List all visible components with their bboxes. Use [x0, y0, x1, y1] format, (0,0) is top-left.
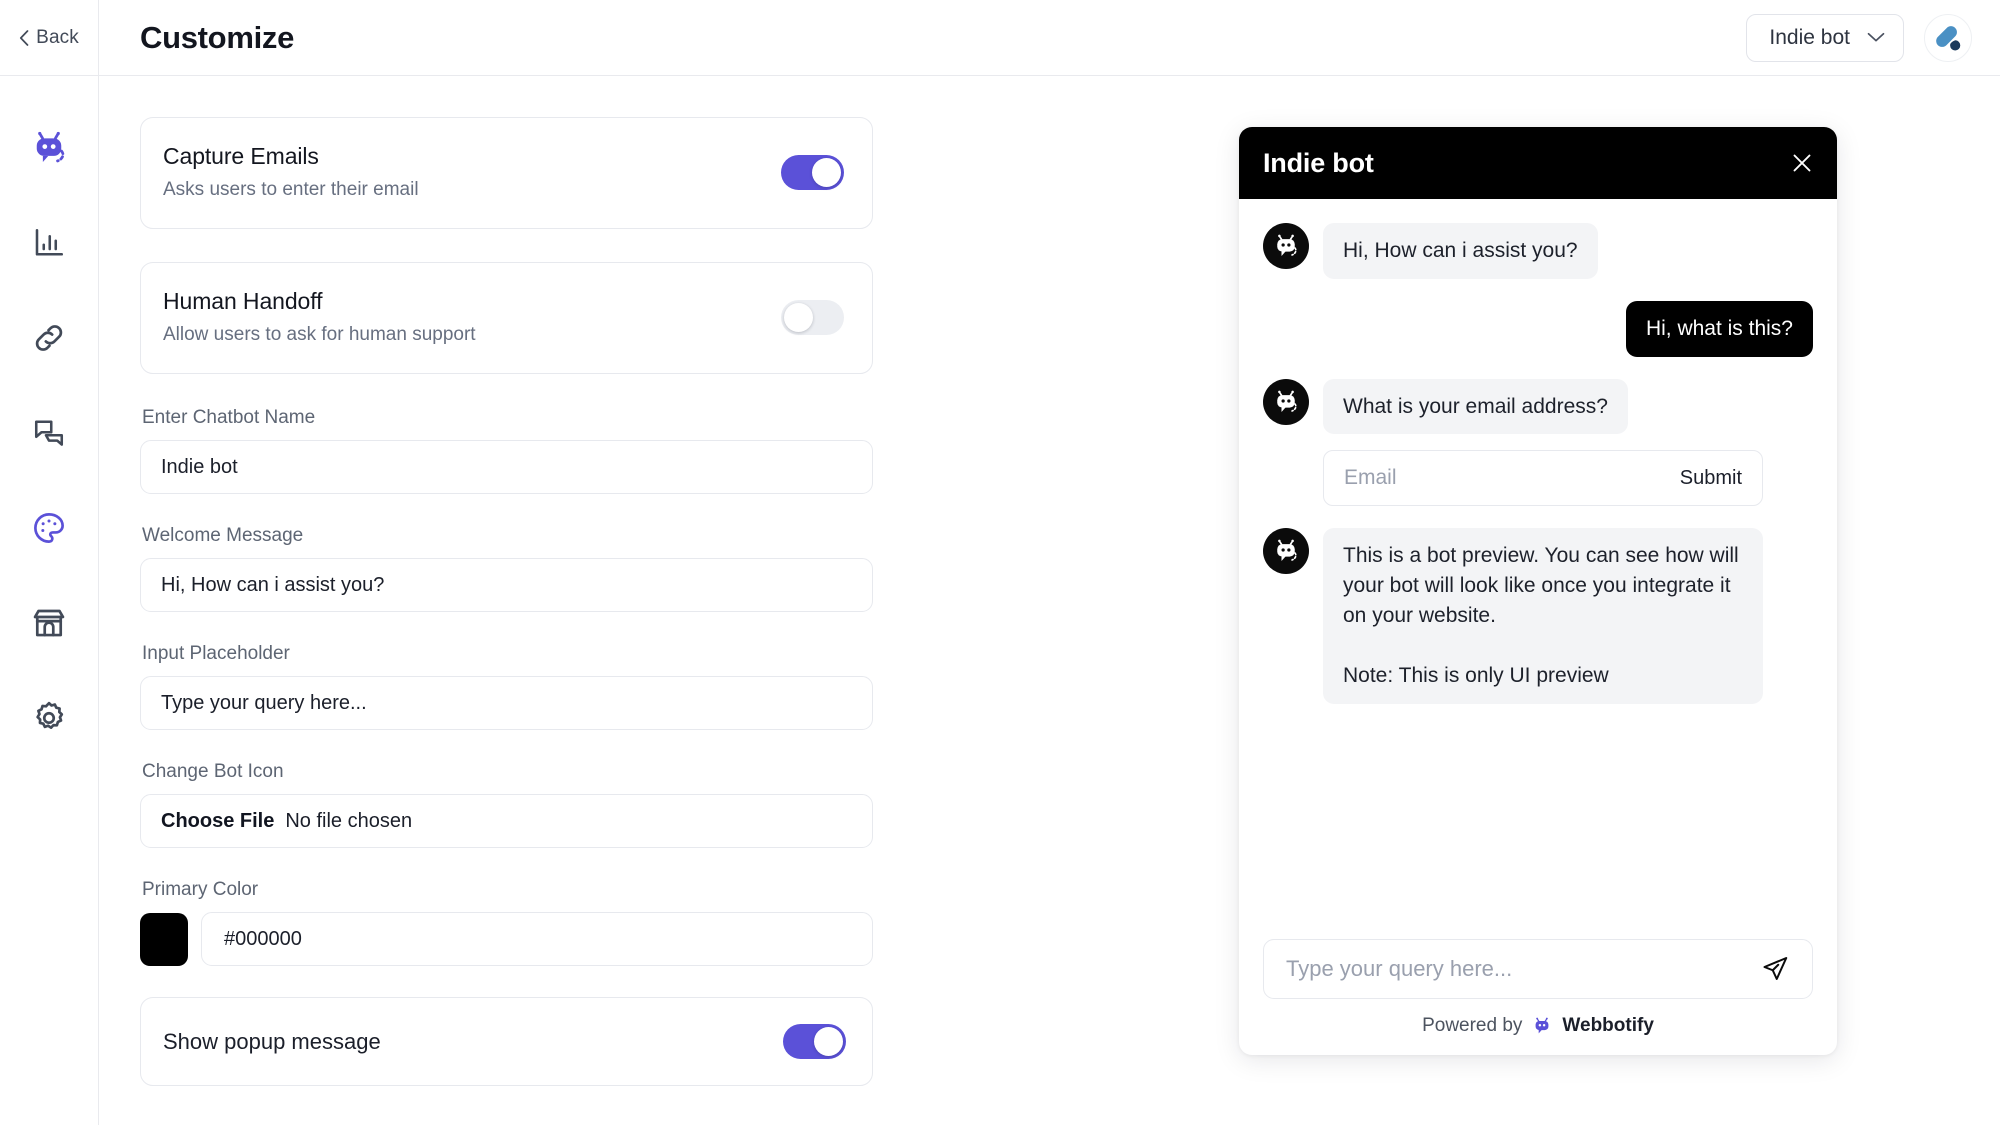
- welcome-message-input[interactable]: Hi, How can i assist you?: [140, 558, 873, 612]
- chatbot-name-field: Enter Chatbot Name Indie bot: [140, 407, 873, 494]
- sidebar-item-marketplace[interactable]: [0, 575, 99, 670]
- bar-chart-icon: [35, 228, 64, 256]
- powered-by-brand: Webbotify: [1562, 1015, 1654, 1036]
- powered-by: Powered by Webbotify: [1263, 1015, 1813, 1037]
- back-button[interactable]: Back: [19, 27, 79, 49]
- settings-form: Capture Emails Asks users to enter their…: [99, 76, 939, 1125]
- welcome-message-label: Welcome Message: [142, 525, 304, 546]
- input-placeholder-label: Input Placeholder: [142, 643, 290, 664]
- chatbot-name-label: Enter Chatbot Name: [142, 407, 316, 428]
- chat-bubbles-icon: [34, 419, 64, 446]
- chat-bubble-email-question: What is your email address?: [1323, 378, 1628, 435]
- left-nav-rail: Back: [0, 0, 99, 1125]
- chat-bubble-user: Hi, what is this?: [1625, 300, 1813, 357]
- input-placeholder-input[interactable]: Type your query here...: [140, 676, 873, 730]
- bot-avatar-icon: [1263, 528, 1309, 575]
- bot-icon-label: Change Bot Icon: [142, 761, 284, 782]
- show-popup-toggle[interactable]: [783, 1024, 846, 1059]
- welcome-message-field: Welcome Message Hi, How can i assist you…: [140, 525, 873, 612]
- top-bar: Customize Indie bot: [99, 0, 2000, 76]
- send-icon[interactable]: [1760, 954, 1790, 984]
- email-input[interactable]: Email: [1344, 466, 1397, 490]
- bot-selector-dropdown[interactable]: Indie bot: [1746, 13, 1904, 62]
- human-handoff-subtitle: Allow users to ask for human support: [163, 324, 476, 345]
- capture-emails-subtitle: Asks users to enter their email: [163, 179, 419, 200]
- sidebar-item-customize[interactable]: [0, 480, 99, 575]
- gear-icon: [36, 701, 64, 729]
- show-popup-card: Show popup message: [140, 997, 873, 1086]
- input-placeholder-field: Input Placeholder Type your query here..…: [140, 643, 873, 730]
- close-icon-glyph: [1793, 154, 1811, 172]
- sidebar-item-analytics[interactable]: [0, 195, 99, 290]
- close-icon[interactable]: [1791, 152, 1813, 174]
- chat-preview-title: Indie bot: [1263, 147, 1374, 178]
- toggle-knob: [814, 1027, 843, 1056]
- bot-avatar-icon: [1263, 378, 1309, 425]
- content-area: Capture Emails Asks users to enter their…: [99, 76, 2000, 1125]
- chevron-left-icon: [20, 29, 29, 46]
- file-status-label: No file chosen: [285, 809, 413, 832]
- toggle-knob: [784, 302, 813, 332]
- bot-selector-value: Indie bot: [1769, 25, 1850, 49]
- robot-icon: [1277, 540, 1297, 562]
- capture-emails-toggle[interactable]: [781, 154, 844, 190]
- chat-message-bot-email-prompt: What is your email address?: [1263, 378, 1813, 435]
- robot-icon: [1277, 390, 1297, 412]
- show-popup-title: Show popup message: [163, 1028, 381, 1054]
- primary-color-input[interactable]: #000000: [201, 912, 873, 966]
- avatar-logo-icon: [1925, 14, 1971, 61]
- capture-emails-title: Capture Emails: [163, 143, 319, 169]
- bot-icon-file-input[interactable]: Choose File No file chosen: [140, 794, 873, 848]
- primary-color-field: Primary Color #000000: [140, 879, 873, 966]
- robot-icon: [36, 131, 65, 162]
- sidebar-item-conversations[interactable]: [0, 385, 99, 480]
- palette-icon: [34, 512, 64, 543]
- link-icon: [35, 324, 63, 351]
- rail-icon-list: [0, 76, 99, 765]
- sidebar-item-settings[interactable]: [0, 670, 99, 765]
- chat-query-input[interactable]: Type your query here...: [1263, 939, 1813, 999]
- robot-icon: [1277, 234, 1297, 256]
- chat-query-placeholder: Type your query here...: [1286, 956, 1513, 981]
- chat-bubble-bot-greeting: Hi, How can i assist you?: [1323, 223, 1598, 279]
- chat-message-user: Hi, what is this?: [1263, 300, 1813, 357]
- sidebar-item-links[interactable]: [0, 290, 99, 385]
- email-capture-row[interactable]: Email Submit: [1323, 450, 1763, 507]
- preview-column: Indie bot Hi, How can i assist you? Hi, …: [939, 76, 2000, 1125]
- webbotify-logo-icon: [1536, 1017, 1549, 1034]
- human-handoff-toggle[interactable]: [781, 299, 844, 335]
- sidebar-item-bot-logo[interactable]: [0, 100, 99, 195]
- powered-by-prefix: Powered by: [1422, 1015, 1523, 1036]
- top-bar-actions: Indie bot: [1746, 13, 1972, 62]
- store-icon: [33, 609, 65, 636]
- email-submit-button[interactable]: Submit: [1680, 467, 1742, 490]
- chat-message-bot: Hi, How can i assist you?: [1263, 223, 1813, 279]
- main-area: Customize Indie bot Capture Emails Asks …: [99, 0, 2000, 1125]
- chat-preview-footer: Type your query here... Powered by Webbo…: [1239, 939, 1837, 1055]
- human-handoff-title: Human Handoff: [163, 288, 323, 314]
- human-handoff-card: Human Handoff Allow users to ask for hum…: [140, 262, 873, 374]
- chat-bubble-preview-note: This is a bot preview. You can see how w…: [1323, 528, 1763, 704]
- page-title: Customize: [140, 19, 295, 55]
- customize-page: Back Customize Indie bot Capture Emails …: [0, 0, 2000, 1125]
- user-avatar[interactable]: [1924, 13, 1972, 62]
- chat-message-bot-note: This is a bot preview. You can see how w…: [1263, 528, 1813, 704]
- primary-color-swatch[interactable]: [140, 912, 188, 966]
- capture-emails-card: Capture Emails Asks users to enter their…: [140, 117, 873, 229]
- rail-header: Back: [0, 0, 98, 76]
- bot-icon-field: Change Bot Icon Choose File No file chos…: [140, 761, 873, 848]
- chatbot-name-input[interactable]: Indie bot: [140, 440, 873, 494]
- chat-preview-panel: Indie bot Hi, How can i assist you? Hi, …: [1239, 127, 1837, 1055]
- bot-avatar-icon: [1263, 223, 1309, 269]
- choose-file-button[interactable]: Choose File: [161, 810, 274, 833]
- chat-message-list: Hi, How can i assist you? Hi, what is th…: [1239, 199, 1837, 939]
- primary-color-label: Primary Color: [142, 879, 259, 900]
- toggle-knob: [812, 157, 841, 187]
- back-label: Back: [36, 26, 79, 48]
- chat-preview-header: Indie bot: [1239, 127, 1837, 199]
- chevron-down-icon: [1867, 32, 1885, 42]
